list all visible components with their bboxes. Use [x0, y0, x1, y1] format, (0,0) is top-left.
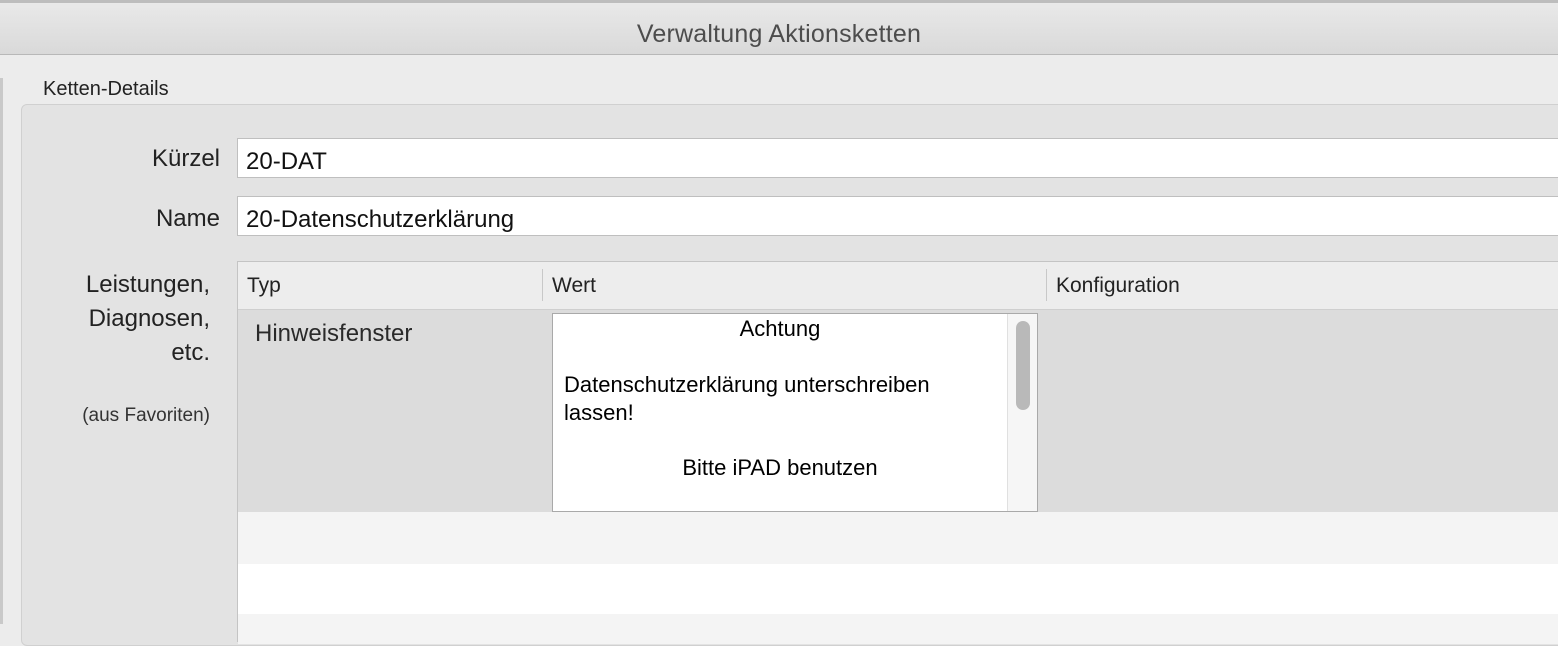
table-header: Typ Wert Konfiguration — [238, 262, 1558, 310]
column-separator[interactable] — [1046, 269, 1047, 301]
section-label: Ketten-Details — [43, 78, 169, 100]
column-separator[interactable] — [542, 269, 543, 301]
leistungen-label-line3: etc. — [171, 339, 210, 366]
favoriten-sublabel: (aus Favoriten) — [82, 405, 210, 426]
table-row-empty[interactable] — [238, 614, 1558, 644]
column-header-konfiguration[interactable]: Konfiguration — [1056, 274, 1180, 298]
column-header-wert[interactable]: Wert — [552, 274, 596, 298]
window-title: Verwaltung Aktionsketten — [636, 20, 922, 48]
wert-body: Datenschutzerklärung unterschreiben lass… — [564, 372, 930, 425]
wert-textarea[interactable]: Achtung Datenschutzerklärung unterschrei… — [552, 313, 1038, 512]
kuerzel-input[interactable]: 20-DAT — [237, 138, 1558, 178]
actions-table[interactable]: Typ Wert Konfiguration Hinweisfenster Ac… — [237, 261, 1558, 644]
leistungen-label-line2: Diagnosen, — [88, 305, 210, 332]
column-header-typ[interactable]: Typ — [247, 274, 281, 298]
window-titlebar: Verwaltung Aktionsketten — [0, 0, 1558, 55]
left-border — [0, 78, 3, 624]
table-row-empty[interactable] — [238, 564, 1558, 614]
leistungen-label: Leistungen, Diagnosen, etc. — [40, 268, 210, 370]
name-input[interactable]: 20-Datenschutzerklärung — [237, 196, 1558, 236]
wert-title: Achtung — [739, 316, 821, 341]
table-row-empty[interactable] — [238, 512, 1558, 564]
cell-typ: Hinweisfenster — [255, 320, 413, 347]
wert-scrollbar[interactable] — [1007, 314, 1037, 511]
scrollbar-thumb[interactable] — [1016, 321, 1030, 410]
leistungen-label-line1: Leistungen, — [85, 271, 210, 298]
kuerzel-label: Kürzel — [151, 145, 220, 172]
wert-footer: Bitte iPAD benutzen — [682, 455, 878, 480]
name-label: Name — [155, 205, 220, 232]
